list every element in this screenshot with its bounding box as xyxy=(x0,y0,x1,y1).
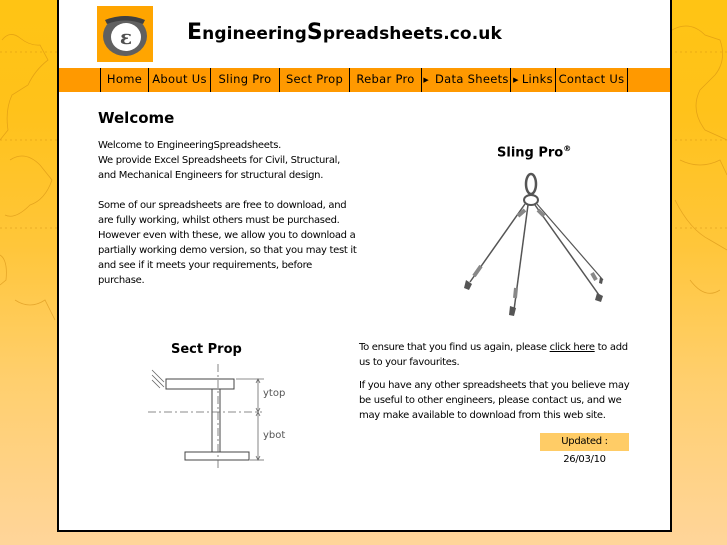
nav-sect-prop[interactable]: Sect Prop xyxy=(279,68,349,92)
add-favourites-link[interactable]: click here xyxy=(550,342,595,353)
sling-pro-title[interactable]: Sling Pro® xyxy=(497,144,571,160)
right-column-text: To ensure that you find us again, please… xyxy=(359,340,631,431)
ytop-label: ytop xyxy=(263,388,285,399)
nav-home[interactable]: Home xyxy=(100,68,148,92)
ybot-label: ybot xyxy=(263,430,285,441)
site-title[interactable]: EngineeringSpreadsheets.co.uk xyxy=(187,20,502,45)
svg-text:ε: ε xyxy=(120,25,132,49)
submenu-arrow-icon: ▶ xyxy=(423,76,430,84)
nav-label: Rebar Pro xyxy=(356,72,415,86)
nav-label: Data Sheets xyxy=(435,72,509,86)
favourites-text-before: To ensure that you find us again, please xyxy=(359,342,550,353)
sling-pro-image[interactable] xyxy=(404,170,604,322)
nav-label: Contact Us xyxy=(558,72,625,86)
intro-paragraph-1: Welcome to EngineeringSpreadsheets. We p… xyxy=(98,140,341,181)
title-cap-e: E xyxy=(187,20,203,45)
registered-mark: ® xyxy=(563,144,572,153)
contact-paragraph: If you have any other spreadsheets that … xyxy=(359,380,630,421)
nav-about-us[interactable]: About Us xyxy=(148,68,210,92)
nav-contact-us[interactable]: Contact Us xyxy=(555,68,627,92)
title-part-1: ngineering xyxy=(202,24,307,44)
nav-label: Home xyxy=(106,72,143,86)
page-container: ε EngineeringSpreadsheets.co.uk Home Abo… xyxy=(57,0,672,532)
nav-sling-pro[interactable]: Sling Pro xyxy=(210,68,279,92)
sling-pro-title-text: Sling Pro xyxy=(497,145,564,161)
nav-label: Sling Pro xyxy=(218,72,272,86)
es-logo-icon[interactable]: ε xyxy=(97,6,153,62)
intro-text: Welcome to EngineeringSpreadsheets. We p… xyxy=(98,138,360,303)
main-nav: Home About Us Sling Pro Sect Prop Rebar … xyxy=(59,68,670,92)
nav-links[interactable]: ▶ Links xyxy=(510,68,555,92)
intro-paragraph-2: Some of our spreadsheets are free to dow… xyxy=(98,200,357,286)
nav-label: About Us xyxy=(152,72,207,86)
nav-rebar-pro[interactable]: Rebar Pro xyxy=(349,68,421,92)
title-cap-s: S xyxy=(306,20,323,45)
nav-label: Links xyxy=(521,72,553,86)
nav-label: Sect Prop xyxy=(285,72,344,86)
sect-prop-diagram[interactable]: ytop ybot xyxy=(146,362,306,470)
nav-data-sheets[interactable]: ▶ Data Sheets xyxy=(421,68,510,92)
title-part-2: preadsheets.co.uk xyxy=(322,24,502,44)
favourites-paragraph: To ensure that you find us again, please… xyxy=(359,340,631,370)
submenu-arrow-icon: ▶ xyxy=(513,76,519,84)
nav-divider xyxy=(627,68,628,92)
page-heading: Welcome xyxy=(98,109,175,127)
sect-prop-title[interactable]: Sect Prop xyxy=(171,342,242,357)
updated-badge: Updated : 26/03/10 xyxy=(540,433,629,465)
